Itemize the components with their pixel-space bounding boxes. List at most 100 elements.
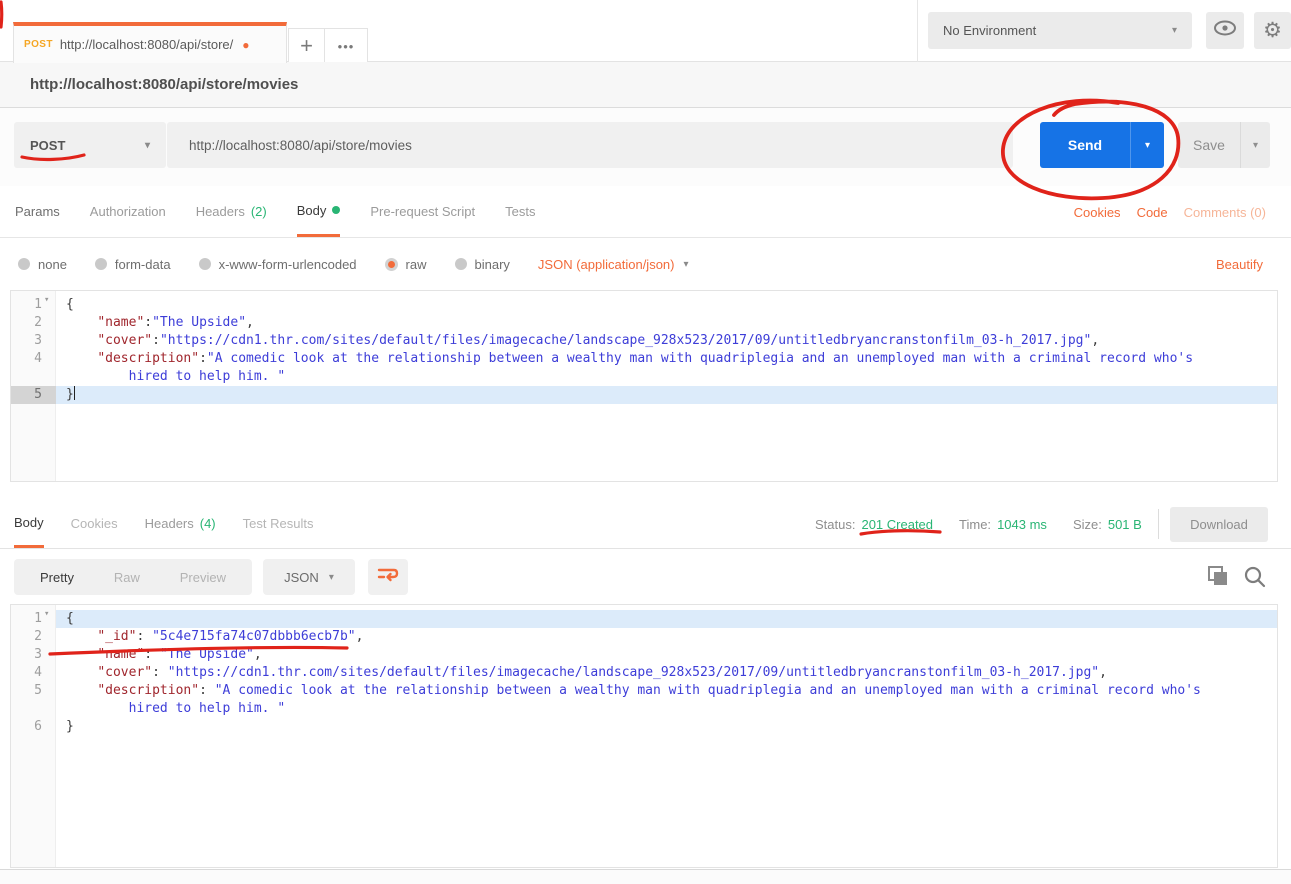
tab-authorization[interactable]: Authorization — [90, 186, 166, 237]
wrap-lines-button[interactable] — [368, 559, 408, 595]
tab-options-button[interactable]: ••• — [324, 28, 368, 63]
view-pretty[interactable]: Pretty — [40, 570, 74, 585]
search-response-button[interactable] — [1243, 565, 1267, 594]
tab-label: Test Results — [243, 516, 314, 531]
code-token: , — [1091, 333, 1099, 348]
code-token: "description" — [97, 351, 199, 366]
new-tab-button[interactable]: + — [288, 28, 325, 63]
headers-count: (4) — [200, 516, 216, 531]
code-token: "https://cdn1.thr.com/sites/default/file… — [160, 333, 1091, 348]
download-button[interactable]: Download — [1170, 507, 1268, 542]
tab-body[interactable]: Body — [297, 186, 341, 237]
radio-icon — [455, 258, 467, 270]
line-number: 4 — [11, 350, 56, 368]
chevron-down-icon: ▾ — [1253, 140, 1258, 151]
radio-x-www-form-urlencoded[interactable]: x-www-form-urlencoded — [199, 257, 357, 272]
code-token: : — [199, 351, 207, 366]
code-line: 6 } — [11, 718, 1277, 736]
radio-selected-icon — [385, 258, 398, 271]
code-line-wrap: hired to help him. " — [11, 368, 1277, 386]
response-body-editor[interactable]: 1 ▾ { 2 "_id": "5c4e715fa74c07dbbb6ecb7b… — [10, 604, 1278, 868]
gear-icon: ⚙ — [1263, 18, 1282, 43]
url-value: http://localhost:8080/api/store/movies — [189, 138, 412, 153]
tab-label: Body — [14, 515, 44, 530]
code-link[interactable]: Code — [1137, 205, 1168, 220]
copy-icon — [1206, 576, 1230, 593]
tab-test-results[interactable]: Test Results — [243, 499, 314, 548]
environment-quicklook-button[interactable] — [1206, 12, 1244, 49]
code-token: , — [246, 315, 254, 330]
request-body-editor[interactable]: 1 ▾ { 2 "name":"The Upside", 3 "cover":"… — [10, 290, 1278, 482]
code-token: , — [254, 647, 262, 662]
content-type-select[interactable]: JSON (application/json) ▾ — [538, 257, 689, 272]
code-line: 3 "name": "The Upside", — [11, 646, 1277, 664]
code-token: "A comedic look at the relationship betw… — [215, 683, 1201, 698]
save-button[interactable]: Save ▾ — [1178, 122, 1270, 168]
fold-caret-icon[interactable]: ▾ — [44, 291, 49, 309]
environment-select[interactable]: No Environment ▾ — [928, 12, 1192, 49]
fold-caret-icon[interactable]: ▾ — [44, 605, 49, 623]
text-cursor — [74, 386, 75, 400]
send-button[interactable]: Send ▾ — [1040, 122, 1164, 168]
code-token: "A comedic look at the relationship betw… — [207, 351, 1193, 366]
tab-label: Tests — [505, 204, 535, 219]
radio-binary[interactable]: binary — [455, 257, 510, 272]
tab-response-body[interactable]: Body — [14, 499, 44, 548]
postman-app: POST http://localhost:8080/api/store/ ● … — [0, 0, 1291, 884]
radio-none[interactable]: none — [18, 257, 67, 272]
code-token — [66, 351, 97, 366]
radio-label: form-data — [115, 257, 171, 272]
tab-label: Cookies — [71, 516, 118, 531]
cookies-link[interactable]: Cookies — [1074, 205, 1121, 220]
body-indicator-dot — [332, 206, 340, 214]
line-number — [11, 700, 56, 718]
beautify-link[interactable]: Beautify — [1216, 238, 1263, 290]
response-format-select[interactable]: JSON ▾ — [263, 559, 355, 595]
header-divider — [917, 0, 918, 62]
tab-response-cookies[interactable]: Cookies — [71, 499, 118, 548]
send-options-button[interactable]: ▾ — [1130, 122, 1164, 168]
radio-form-data[interactable]: form-data — [95, 257, 171, 272]
size-pair: Size: 501 B — [1073, 517, 1142, 532]
code-line: 3 "cover":"https://cdn1.thr.com/sites/de… — [11, 332, 1277, 350]
copy-response-button[interactable] — [1206, 565, 1230, 594]
code-token: "name" — [97, 315, 144, 330]
code-token: "https://cdn1.thr.com/sites/default/file… — [168, 665, 1099, 680]
request-tab[interactable]: POST http://localhost:8080/api/store/ ● — [13, 22, 287, 63]
environment-value: No Environment — [943, 23, 1036, 38]
comments-link[interactable]: Comments (0) — [1184, 205, 1266, 220]
tab-response-headers[interactable]: Headers (4) — [145, 499, 216, 548]
code-line: 2 "_id": "5c4e715fa74c07dbbb6ecb7b", — [11, 628, 1277, 646]
url-input[interactable]: http://localhost:8080/api/store/movies — [167, 122, 1013, 168]
download-label: Download — [1190, 517, 1248, 532]
response-toolbar: Pretty Raw Preview JSON ▾ — [0, 549, 1291, 604]
code-token: "cover" — [97, 665, 152, 680]
code-token: : — [144, 647, 160, 662]
settings-button[interactable]: ⚙ — [1254, 12, 1291, 49]
line-number: 3 — [11, 646, 56, 664]
request-title-bar: http://localhost:8080/api/store/movies — [0, 62, 1291, 108]
code-token: "5c4e715fa74c07dbbb6ecb7b" — [152, 629, 356, 644]
code-token: : — [144, 315, 152, 330]
code-token: "_id" — [97, 629, 136, 644]
save-options-button[interactable]: ▾ — [1240, 122, 1270, 168]
view-raw[interactable]: Raw — [114, 570, 140, 585]
view-preview[interactable]: Preview — [180, 570, 226, 585]
tab-params[interactable]: Params — [15, 186, 60, 237]
time-value: 1043 ms — [997, 517, 1047, 532]
code-line: 5 "description": "A comedic look at the … — [11, 682, 1277, 700]
code-token — [66, 629, 97, 644]
unsaved-dot-icon: ● — [242, 38, 249, 52]
tab-tests[interactable]: Tests — [505, 186, 535, 237]
size-value: 501 B — [1108, 517, 1142, 532]
line-number: 5 — [11, 386, 56, 404]
code-token: "name" — [97, 647, 144, 662]
radio-raw[interactable]: raw — [385, 257, 427, 272]
word-wrap-icon — [377, 565, 399, 590]
status-pair: Status: 201 Created — [815, 517, 933, 532]
method-select[interactable]: POST ▾ — [14, 122, 166, 168]
line-number: 2 — [11, 314, 56, 332]
chevron-down-icon: ▾ — [1172, 25, 1177, 36]
tab-pre-request-script[interactable]: Pre-request Script — [370, 186, 475, 237]
tab-headers[interactable]: Headers (2) — [196, 186, 267, 237]
